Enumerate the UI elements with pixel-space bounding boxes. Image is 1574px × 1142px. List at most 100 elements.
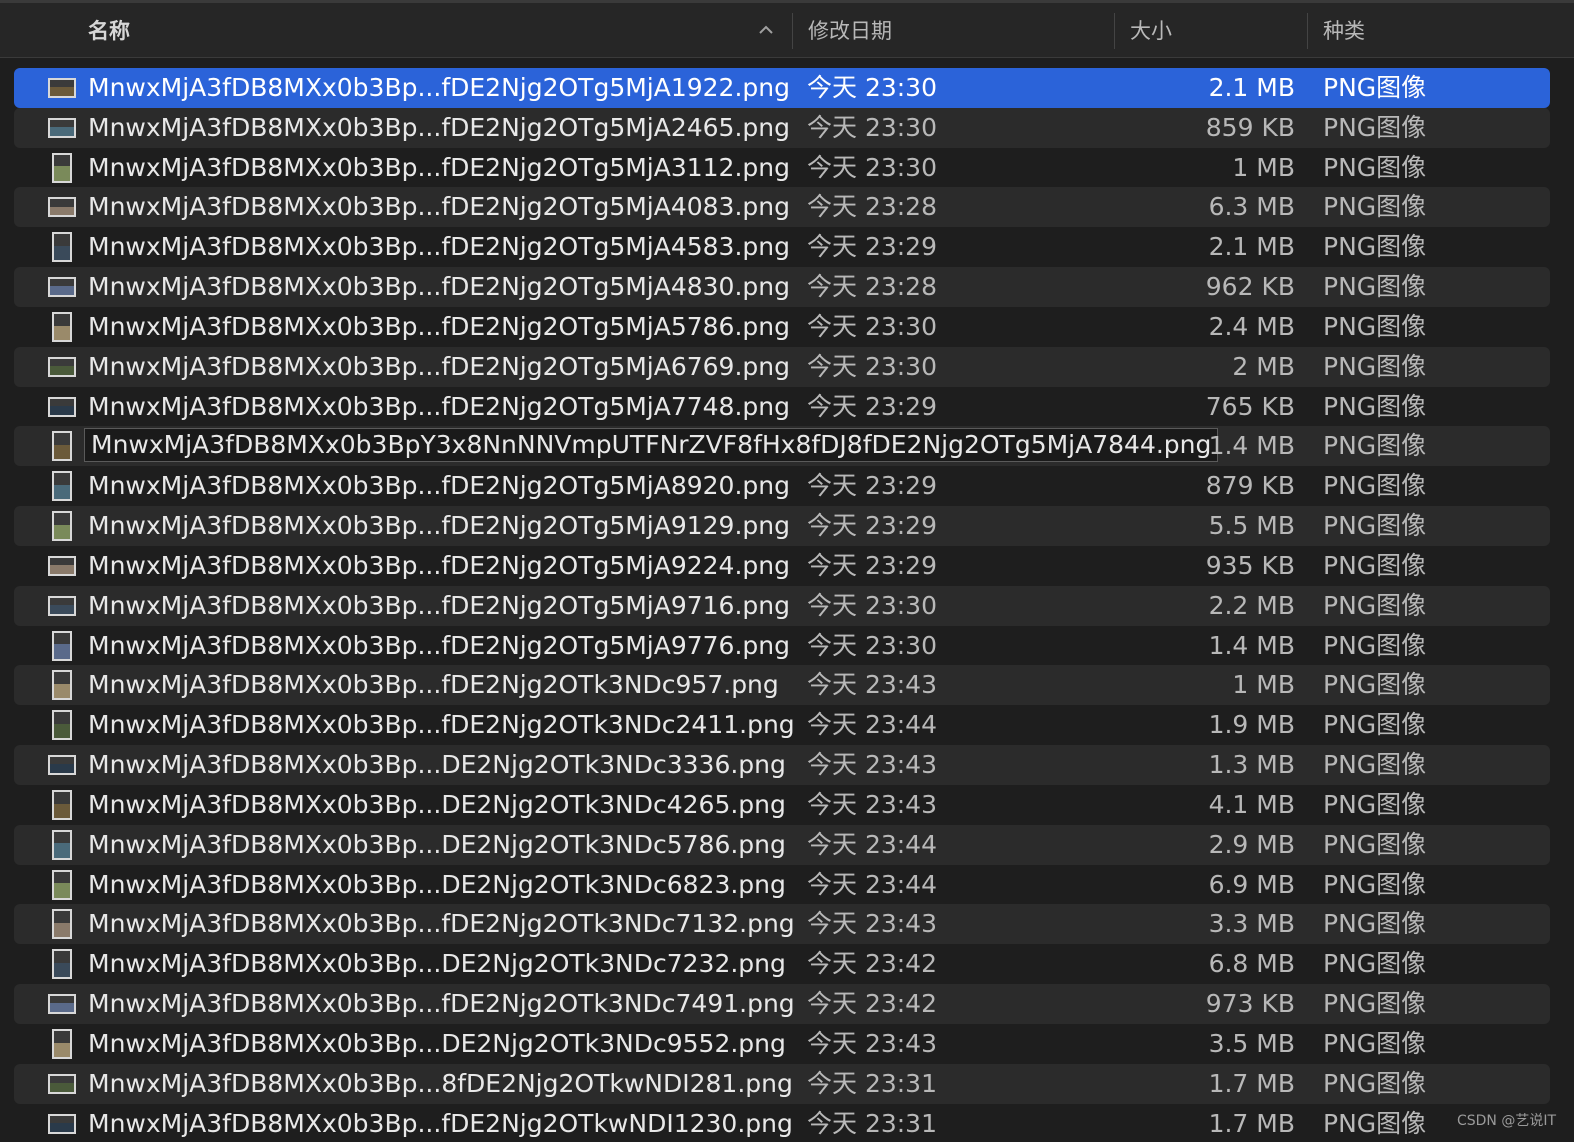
file-row[interactable]: MnwxMjA3fDB8MXx0b3Bp...fDE2Njg2OTk3NDc95… [14,665,1550,706]
file-name: MnwxMjA3fDB8MXx0b3Bp...fDE2Njg2OTg5MjA48… [88,272,790,302]
watermark-text: CSDN @艺说IT [1456,1113,1556,1129]
file-kind: PNG图像 [1323,909,1427,939]
file-kind: PNG图像 [1323,112,1427,142]
image-thumbnail-icon [48,356,76,377]
file-kind: PNG图像 [1323,550,1427,580]
file-size: 2.4 MB [1208,311,1295,341]
file-name: MnwxMjA3fDB8MXx0b3Bp...fDE2Njg2OTg5MjA77… [88,391,790,421]
file-row[interactable]: MnwxMjA3fDB8MXx0b3Bp...DE2Njg2OTk3NDc682… [14,865,1550,905]
file-modified-date: 今天 23:43 [807,909,937,939]
file-name: MnwxMjA3fDB8MXx0b3Bp...fDE2Njg2OTg5MjA97… [88,630,790,660]
file-row[interactable]: MnwxMjA3fDB8MXx0b3Bp...8fDE2Njg2OTkwNDI2… [14,1063,1550,1104]
column-header-date[interactable]: 修改日期 [808,3,892,57]
file-size: 765 KB [1205,391,1295,421]
file-name-edit-field[interactable]: MnwxMjA3fDB8MXx0b3BpY3x8NnNNVmpUTFNrZVF8… [84,428,1219,463]
file-name: MnwxMjA3fDB8MXx0b3Bp...fDE2Njg2OTg5MjA67… [88,351,790,381]
image-thumbnail-icon [52,670,72,701]
file-modified-date: 今天 23:30 [807,590,937,620]
file-name: MnwxMjA3fDB8MXx0b3Bp...DE2Njg2OTk3NDc723… [88,949,786,979]
file-kind: PNG图像 [1323,431,1427,461]
file-row[interactable]: MnwxMjA3fDB8MXx0b3Bp...fDE2Njg2OTk3NDc74… [14,984,1550,1024]
image-thumbnail-icon [48,117,76,138]
file-row[interactable]: MnwxMjA3fDB8MXx0b3Bp...fDE2Njg2OTg5MjA19… [14,68,1550,108]
file-kind: PNG图像 [1323,949,1427,979]
column-divider[interactable] [1307,13,1308,49]
file-modified-date: 今天 23:28 [807,192,937,222]
file-row[interactable]: MnwxMjA3fDB8MXx0b3Bp...fDE2Njg2OTg5MjA57… [14,307,1550,347]
file-modified-date: 今天 23:30 [807,73,937,102]
column-divider[interactable] [792,13,793,49]
file-name: MnwxMjA3fDB8MXx0b3Bp...DE2Njg2OTk3NDc955… [88,1028,786,1058]
image-thumbnail-icon [48,1113,76,1134]
file-modified-date: 今天 23:29 [807,550,937,580]
column-header-name[interactable]: 名称 [88,3,130,57]
file-name: MnwxMjA3fDB8MXx0b3Bp...DE2Njg2OTk3NDc333… [88,750,786,780]
file-row[interactable]: MnwxMjA3fDB8MXx0b3Bp...fDE2Njg2OTg5MjA67… [14,346,1550,387]
file-row[interactable]: MnwxMjA3fDB8MXx0b3Bp...fDE2Njg2OTg5MjA97… [14,585,1550,626]
file-kind: PNG图像 [1323,1108,1427,1138]
file-row[interactable]: MnwxMjA3fDB8MXx0b3Bp...fDE2Njg2OTg5MjA91… [14,506,1550,546]
file-row[interactable]: MnwxMjA3fDB8MXx0b3Bp...fDE2Njg2OTg5MjA97… [14,626,1550,666]
file-row[interactable]: MnwxMjA3fDB8MXx0b3Bp...DE2Njg2OTk3NDc955… [14,1024,1550,1064]
file-row[interactable]: MnwxMjA3fDB8MXx0b3Bp...fDE2Njg2OTg5MjA31… [14,148,1550,188]
file-size: 879 KB [1205,471,1295,501]
column-divider[interactable] [1114,13,1115,49]
file-row[interactable]: MnwxMjA3fDB8MXx0b3Bp...fDE2Njg2OTg5MjA48… [14,267,1550,307]
file-row[interactable]: MnwxMjA3fDB8MXx0b3Bp...DE2Njg2OTk3NDc426… [14,785,1550,825]
image-thumbnail-icon [52,630,72,661]
file-kind: PNG图像 [1323,630,1427,660]
file-row[interactable]: MnwxMjA3fDB8MXx0b3Bp...fDE2Njg2OTg5MjA92… [14,546,1550,586]
file-row[interactable]: MnwxMjA3fDB8MXx0b3Bp...DE2Njg2OTk3NDc333… [14,745,1550,785]
file-size: 859 KB [1205,112,1295,142]
column-header-kind[interactable]: 种类 [1323,3,1365,57]
column-header-bar: 名称 修改日期 大小 种类 [0,3,1574,58]
file-row[interactable]: MnwxMjA3fDB8MXx0b3BpY3x8NnNNVmpUTFNrZVF8… [14,426,1550,467]
file-modified-date: 今天 23:30 [807,112,937,142]
file-size: 6.3 MB [1208,192,1295,222]
file-row[interactable]: MnwxMjA3fDB8MXx0b3Bp...fDE2Njg2OTkwNDI12… [14,1104,1550,1142]
file-row[interactable]: MnwxMjA3fDB8MXx0b3Bp...DE2Njg2OTk3NDc723… [14,944,1550,984]
file-modified-date: 今天 23:31 [807,1108,937,1138]
file-kind: PNG图像 [1323,670,1427,700]
file-row[interactable]: MnwxMjA3fDB8MXx0b3Bp...DE2Njg2OTk3NDc578… [14,824,1550,865]
image-thumbnail-icon [52,232,72,263]
file-modified-date: 今天 23:29 [807,471,937,501]
file-kind: PNG图像 [1323,232,1427,262]
file-row[interactable]: MnwxMjA3fDB8MXx0b3Bp...fDE2Njg2OTk3NDc24… [14,705,1550,745]
file-name: MnwxMjA3fDB8MXx0b3Bp...fDE2Njg2OTk3NDc24… [88,710,795,740]
file-row[interactable]: MnwxMjA3fDB8MXx0b3Bp...fDE2Njg2OTg5MjA24… [14,107,1550,148]
file-name: MnwxMjA3fDB8MXx0b3Bp...DE2Njg2OTk3NDc578… [88,829,786,859]
finder-list-view: 名称 修改日期 大小 种类 MnwxMjA3fDB8MXx0b3Bp...fDE… [0,0,1574,1142]
file-row[interactable]: MnwxMjA3fDB8MXx0b3Bp...fDE2Njg2OTg5MjA77… [14,387,1550,427]
file-size: 1.7 MB [1208,1108,1295,1138]
file-modified-date: 今天 23:29 [807,391,937,421]
file-row[interactable]: MnwxMjA3fDB8MXx0b3Bp...fDE2Njg2OTg5MjA40… [14,187,1550,228]
image-thumbnail-icon [48,396,76,417]
column-header-size[interactable]: 大小 [1130,3,1319,57]
image-thumbnail-icon [48,1073,76,1094]
file-list: MnwxMjA3fDB8MXx0b3Bp...fDE2Njg2OTg5MjA19… [14,68,1550,1142]
file-kind: PNG图像 [1323,829,1427,859]
file-name: MnwxMjA3fDB8MXx0b3Bp...fDE2Njg2OTk3NDc71… [88,909,795,939]
file-row[interactable]: MnwxMjA3fDB8MXx0b3Bp...fDE2Njg2OTg5MjA45… [14,227,1550,267]
file-row[interactable]: MnwxMjA3fDB8MXx0b3Bp...fDE2Njg2OTg5MjA89… [14,466,1550,506]
file-size: 1.3 MB [1208,750,1295,780]
file-row[interactable]: MnwxMjA3fDB8MXx0b3Bp...fDE2Njg2OTk3NDc71… [14,904,1550,945]
file-modified-date: 今天 23:43 [807,1028,937,1058]
file-size: 1 MB [1232,670,1295,700]
file-kind: PNG图像 [1323,73,1427,102]
image-thumbnail-icon [48,755,76,776]
chevron-up-icon[interactable] [757,21,775,39]
file-name: MnwxMjA3fDB8MXx0b3Bp...fDE2Njg2OTkwNDI12… [88,1108,793,1138]
file-name: MnwxMjA3fDB8MXx0b3Bp...fDE2Njg2OTg5MjA57… [88,311,790,341]
file-name: MnwxMjA3fDB8MXx0b3Bp...fDE2Njg2OTg5MjA24… [88,112,790,142]
file-modified-date: 今天 23:30 [807,630,937,660]
file-name: MnwxMjA3fDB8MXx0b3Bp...fDE2Njg2OTg5MjA91… [88,511,790,541]
file-size: 6.9 MB [1208,869,1295,899]
image-thumbnail-icon [48,78,76,98]
file-modified-date: 今天 23:44 [807,829,937,859]
file-kind: PNG图像 [1323,311,1427,341]
file-size: 1.4 MB [1208,630,1295,660]
file-name: MnwxMjA3fDB8MXx0b3Bp...DE2Njg2OTk3NDc682… [88,869,786,899]
file-kind: PNG图像 [1323,590,1427,620]
